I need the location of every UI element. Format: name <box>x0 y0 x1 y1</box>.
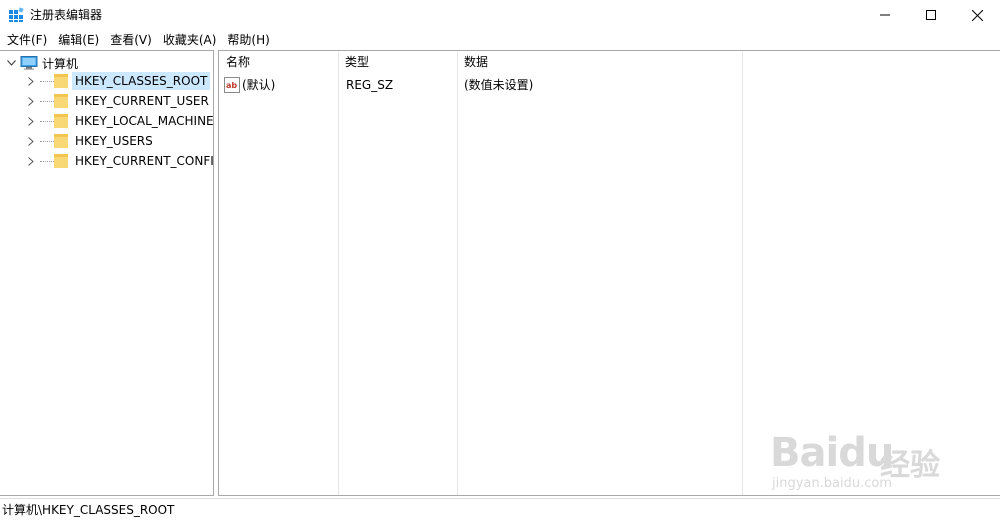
minimize-icon <box>880 14 890 16</box>
menu-bar: 文件(F) 编辑(E) 查看(V) 收藏夹(A) 帮助(H) <box>0 30 1000 49</box>
column-header-data[interactable]: 数据 <box>464 55 488 69</box>
column-divider[interactable] <box>742 51 743 495</box>
tree-item-label: HKEY_USERS <box>75 134 153 148</box>
close-icon <box>971 9 983 21</box>
string-value-icon: ab <box>224 77 240 93</box>
tree-item-label: HKEY_CLASSES_ROOT <box>72 72 211 90</box>
chevron-right-icon[interactable] <box>24 74 38 88</box>
tree-item-label: HKEY_CURRENT_USER <box>75 94 209 108</box>
tree-item-hkey-local-machine[interactable]: HKEY_LOCAL_MACHINE <box>24 111 214 131</box>
close-button[interactable] <box>954 0 1000 30</box>
chevron-right-icon[interactable] <box>24 94 38 108</box>
tree-item-hkey-users[interactable]: HKEY_USERS <box>24 131 156 151</box>
tree-item-computer[interactable]: 计算机 <box>4 53 78 73</box>
folder-icon <box>54 94 68 108</box>
folder-icon <box>54 114 68 128</box>
column-divider[interactable] <box>457 51 458 495</box>
status-path: 计算机\HKEY_CLASSES_ROOT <box>2 503 175 517</box>
menu-file[interactable]: 文件(F) <box>3 31 54 49</box>
tree-connector <box>40 80 54 82</box>
folder-icon <box>54 74 68 88</box>
window-title: 注册表编辑器 <box>30 8 103 22</box>
maximize-button[interactable] <box>908 0 954 30</box>
baidu-watermark: Baidu 经验 jingyan.baidu.com <box>760 410 960 500</box>
computer-icon <box>20 56 38 70</box>
folder-icon <box>54 154 68 168</box>
tree-item-hkey-current-user[interactable]: HKEY_CURRENT_USER <box>24 91 212 111</box>
value-type: REG_SZ <box>346 78 394 92</box>
tree-connector <box>40 160 54 162</box>
tree-connector <box>40 140 54 142</box>
tree-connector <box>40 100 54 102</box>
tree-item-hkey-classes-root[interactable]: HKEY_CLASSES_ROOT <box>24 71 211 91</box>
chevron-right-icon[interactable] <box>24 114 38 128</box>
tree-item-label: HKEY_CURRENT_CONFIG <box>75 154 214 168</box>
svg-text:ab: ab <box>226 81 237 90</box>
status-bar: 计算机\HKEY_CLASSES_ROOT <box>0 498 1000 521</box>
tree-pane[interactable]: 计算机 HKEY_CLASSES_ROOT HKEY_CURRENT_USER … <box>0 50 214 496</box>
column-header-name[interactable]: 名称 <box>226 55 250 69</box>
menu-help[interactable]: 帮助(H) <box>223 31 276 49</box>
watermark-url: jingyan.baidu.com <box>772 476 892 491</box>
list-header: 名称 类型 数据 <box>219 51 1000 73</box>
maximize-icon <box>926 10 936 20</box>
tree-root-label: 计算机 <box>42 56 79 71</box>
watermark-brand: Baidu <box>770 430 894 476</box>
value-data: (数值未设置) <box>464 78 534 92</box>
chevron-down-icon[interactable] <box>4 56 18 70</box>
title-bar: 注册表编辑器 <box>0 0 1000 30</box>
tree-item-label: HKEY_LOCAL_MACHINE <box>75 114 214 128</box>
regedit-icon <box>9 7 24 22</box>
menu-edit[interactable]: 编辑(E) <box>54 31 106 49</box>
value-row[interactable]: ab (默认) REG_SZ (数值未设置) <box>219 75 1000 95</box>
value-name: (默认) <box>242 78 276 92</box>
folder-icon <box>54 134 68 148</box>
menu-view[interactable]: 查看(V) <box>106 31 159 49</box>
column-header-type[interactable]: 类型 <box>345 55 369 69</box>
minimize-button[interactable] <box>862 0 908 30</box>
chevron-right-icon[interactable] <box>24 134 38 148</box>
chevron-right-icon[interactable] <box>24 154 38 168</box>
tree-connector <box>40 120 54 122</box>
menu-favorites[interactable]: 收藏夹(A) <box>159 31 224 49</box>
column-divider[interactable] <box>338 51 339 495</box>
tree-item-hkey-current-config[interactable]: HKEY_CURRENT_CONFIG <box>24 151 214 171</box>
